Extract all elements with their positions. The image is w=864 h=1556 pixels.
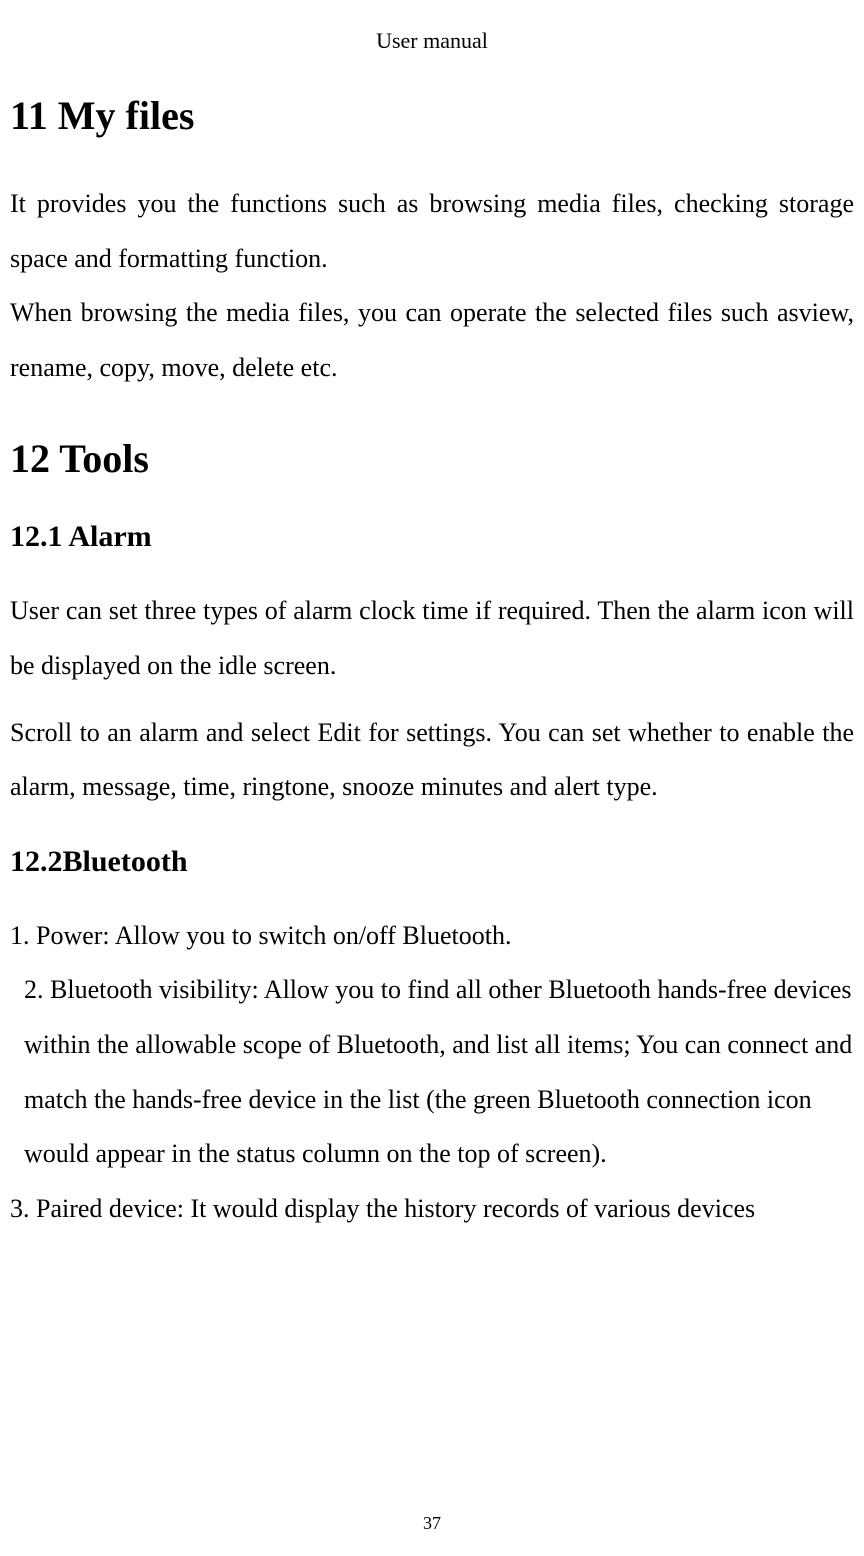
- heading-11: 11 My files: [10, 92, 854, 139]
- paragraph-12-1-2: Scroll to an alarm and select Edit for s…: [10, 706, 854, 815]
- spacer: [10, 694, 854, 706]
- page-number-value: 37: [423, 1513, 441, 1533]
- header-title: User manual: [376, 28, 488, 53]
- heading-12-1: 12.1 Alarm: [10, 520, 854, 554]
- spacer: [10, 395, 854, 417]
- paragraph-11-1: It provides you the functions such as br…: [10, 177, 854, 286]
- paragraph-12-1-1: User can set three types of alarm clock …: [10, 584, 854, 693]
- paragraph-12-2-1: 1. Power: Allow you to switch on/off Blu…: [10, 909, 854, 964]
- page-number: 37: [0, 1513, 864, 1534]
- heading-12: 12 Tools: [10, 435, 854, 482]
- paragraph-12-2-2: 2. Bluetooth visibility: Allow you to fi…: [10, 963, 854, 1181]
- page-header: User manual: [10, 0, 854, 74]
- paragraph-11-2: When browsing the media files, you can o…: [10, 286, 854, 395]
- paragraph-12-2-3: 3. Paired device: It would display the h…: [10, 1182, 854, 1237]
- heading-12-2: 12.2Bluetooth: [10, 845, 854, 879]
